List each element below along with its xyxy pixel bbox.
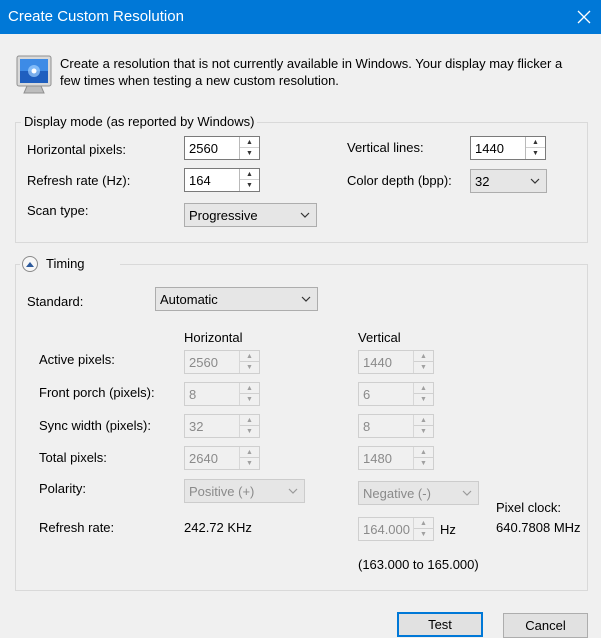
sync-width-v-value: 8 (363, 419, 371, 434)
vertical-refresh-value: 164.000 (363, 522, 410, 537)
spin-up-icon[interactable]: ▲ (240, 137, 259, 148)
chevron-down-icon (288, 488, 298, 494)
spin-up-icon: ▲ (240, 447, 259, 458)
refresh-rate-spinner[interactable]: 164 ▲ ▼ (184, 168, 260, 192)
active-pixels-v-value: 1440 (363, 355, 392, 370)
scan-type-dropdown[interactable]: Progressive (184, 203, 317, 227)
total-pixels-h-spinner[interactable]: 2640 ▲ ▼ (184, 446, 260, 470)
spin-up-icon: ▲ (240, 415, 259, 426)
active-pixels-h-spinner[interactable]: 2560 ▲ ▼ (184, 350, 260, 374)
active-pixels-v-spinner[interactable]: 1440 ▲ ▼ (358, 350, 434, 374)
window-title: Create Custom Resolution (8, 8, 184, 25)
close-icon (577, 10, 590, 24)
refresh-range: (163.000 to 165.000) (358, 557, 479, 572)
vertical-lines-value[interactable]: 1440 (475, 141, 504, 156)
front-porch-h-spinner[interactable]: 8 ▲ ▼ (184, 382, 260, 406)
test-button-label: Test (428, 617, 452, 632)
spin-up-icon: ▲ (414, 383, 433, 394)
spin-down-icon: ▼ (246, 396, 253, 403)
color-depth-label: Color depth (bpp): (347, 173, 452, 188)
timing-refresh-rate-label: Refresh rate: (39, 520, 115, 535)
standard-label: Standard: (27, 294, 84, 309)
vertical-lines-spinner[interactable]: 1440 ▲ ▼ (470, 136, 546, 160)
polarity-v-value: Negative (-) (363, 486, 431, 501)
front-porch-v-spinner[interactable]: 6 ▲ ▼ (358, 382, 434, 406)
close-button[interactable] (566, 0, 601, 34)
front-porch-label: Front porch (pixels): (39, 385, 155, 400)
display-mode-legend: Display mode (as reported by Windows) (21, 114, 258, 129)
sync-width-h-spinner[interactable]: 32 ▲ ▼ (184, 414, 260, 438)
spin-down-icon: ▼ (420, 396, 427, 403)
spin-down-icon: ▼ (246, 428, 253, 435)
horizontal-pixels-value[interactable]: 2560 (189, 141, 218, 156)
scan-type-value: Progressive (189, 208, 258, 223)
cancel-button[interactable]: Cancel (503, 613, 588, 638)
pixel-clock-value: 640.7808 MHz (496, 520, 581, 535)
polarity-h-value: Positive (+) (189, 484, 255, 499)
front-porch-h-value: 8 (189, 387, 197, 402)
polarity-label: Polarity: (39, 481, 86, 496)
color-depth-value: 32 (475, 174, 490, 189)
spin-down-icon: ▼ (420, 364, 427, 371)
spin-up-icon: ▲ (414, 415, 433, 426)
spin-up-icon: ▲ (414, 447, 433, 458)
spin-up-icon: ▲ (414, 351, 433, 362)
color-depth-dropdown[interactable]: 32 (470, 169, 547, 193)
spin-down-icon: ▼ (420, 460, 427, 467)
pixel-clock-label: Pixel clock: (496, 500, 562, 515)
vertical-refresh-spinner[interactable]: 164.000 ▲ ▼ (358, 517, 434, 541)
collapse-button[interactable] (22, 256, 38, 272)
chevron-up-icon (26, 262, 34, 267)
vertical-lines-label: Vertical lines: (347, 140, 424, 155)
refresh-rate-value[interactable]: 164 (189, 173, 211, 188)
spin-down-icon: ▼ (420, 428, 427, 435)
standard-dropdown[interactable]: Automatic (155, 287, 318, 311)
horizontal-pixels-label: Horizontal pixels: (27, 142, 126, 157)
chevron-down-icon (530, 178, 540, 184)
vertical-column-header: Vertical (358, 330, 401, 345)
front-porch-v-value: 6 (363, 387, 371, 402)
intro-text: Create a resolution that is not currentl… (60, 56, 563, 88)
spin-down-icon: ▼ (420, 531, 427, 538)
chevron-down-icon (301, 296, 311, 302)
total-pixels-h-value: 2640 (189, 451, 218, 466)
horizontal-refresh-value: 242.72 KHz (184, 520, 252, 535)
spin-up-icon: ▲ (414, 518, 433, 529)
spin-down-icon[interactable]: ▼ (526, 148, 545, 159)
chevron-down-icon (300, 212, 310, 218)
total-pixels-v-spinner[interactable]: 1480 ▲ ▼ (358, 446, 434, 470)
spin-down-icon: ▼ (246, 364, 253, 371)
standard-value: Automatic (160, 292, 218, 307)
spin-up-icon: ▲ (240, 383, 259, 394)
sync-width-v-spinner[interactable]: 8 ▲ ▼ (358, 414, 434, 438)
spin-down-icon: ▼ (246, 460, 253, 467)
active-pixels-h-value: 2560 (189, 355, 218, 370)
spin-up-icon: ▲ (240, 351, 259, 362)
spin-down-icon[interactable]: ▼ (240, 148, 259, 159)
spin-up-icon[interactable]: ▲ (526, 137, 545, 148)
refresh-unit: Hz (440, 522, 456, 537)
horizontal-column-header: Horizontal (184, 330, 243, 345)
polarity-v-dropdown[interactable]: Negative (-) (358, 481, 479, 505)
spin-down-icon[interactable]: ▼ (240, 180, 259, 191)
cancel-button-label: Cancel (525, 618, 566, 633)
active-pixels-label: Active pixels: (39, 352, 115, 367)
refresh-rate-label: Refresh rate (Hz): (27, 173, 131, 188)
sync-width-label: Sync width (pixels): (39, 418, 151, 433)
total-pixels-v-value: 1480 (363, 451, 392, 466)
scan-type-label: Scan type: (27, 203, 89, 218)
horizontal-pixels-spinner[interactable]: 2560 ▲ ▼ (184, 136, 260, 160)
chevron-down-icon (462, 490, 472, 496)
spin-up-icon[interactable]: ▲ (240, 169, 259, 180)
total-pixels-label: Total pixels: (39, 450, 107, 465)
sync-width-h-value: 32 (189, 419, 204, 434)
polarity-h-dropdown[interactable]: Positive (+) (184, 479, 305, 503)
timing-legend: Timing (46, 256, 85, 271)
test-button[interactable]: Test (397, 612, 483, 637)
monitor-icon (16, 54, 52, 96)
title-bar: Create Custom Resolution (0, 0, 601, 34)
